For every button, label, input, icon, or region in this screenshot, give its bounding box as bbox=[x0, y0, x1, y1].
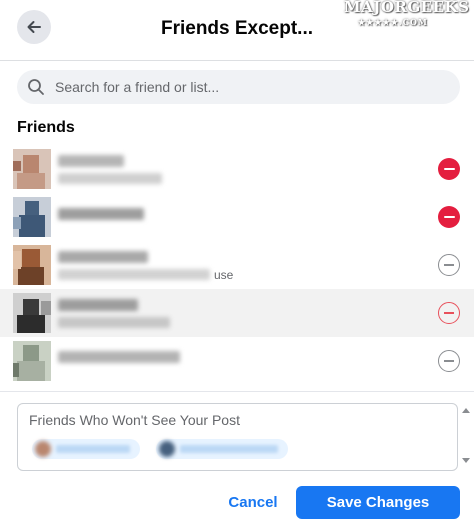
chip-name-redacted bbox=[180, 445, 278, 453]
minus-icon bbox=[443, 215, 455, 219]
remove-friend-toggle[interactable] bbox=[438, 206, 460, 228]
watermark-stars: ★★★★★.COM bbox=[358, 17, 428, 27]
watermark-logo: MAJORGEEKS ★★★★★.COM bbox=[344, 0, 474, 32]
excluded-friend-chip[interactable] bbox=[156, 439, 288, 459]
search-icon bbox=[28, 79, 44, 95]
scroll-down-arrow[interactable] bbox=[462, 458, 470, 463]
friend-subtitle-redacted bbox=[58, 317, 170, 328]
friend-subtitle-suffix: use bbox=[214, 268, 234, 282]
scroll-up-arrow[interactable] bbox=[462, 408, 470, 413]
avatar bbox=[13, 245, 51, 285]
excluded-friends-label: Friends Who Won't See Your Post bbox=[29, 412, 240, 428]
add-friend-toggle[interactable] bbox=[438, 302, 460, 324]
avatar bbox=[13, 149, 51, 189]
add-friend-toggle[interactable] bbox=[438, 350, 460, 372]
friend-subtitle-redacted bbox=[58, 173, 162, 184]
search-input[interactable] bbox=[53, 78, 437, 96]
avatar bbox=[13, 293, 51, 333]
minus-icon bbox=[444, 360, 454, 362]
minus-icon bbox=[444, 264, 454, 266]
friend-list: use bbox=[0, 145, 474, 385]
cancel-button[interactable]: Cancel bbox=[224, 487, 282, 517]
friend-row[interactable] bbox=[0, 145, 474, 193]
save-changes-button[interactable]: Save Changes bbox=[296, 486, 460, 519]
excluded-friend-chip[interactable] bbox=[32, 439, 140, 459]
friend-name-redacted bbox=[58, 351, 180, 363]
search-bar[interactable] bbox=[17, 70, 460, 104]
list-divider bbox=[0, 391, 474, 392]
minus-icon bbox=[443, 167, 455, 171]
add-friend-toggle[interactable] bbox=[438, 254, 460, 276]
friend-name-redacted bbox=[58, 299, 138, 311]
chip-name-redacted bbox=[56, 445, 130, 453]
avatar bbox=[159, 441, 175, 457]
watermark-text: MAJORGEEKS bbox=[344, 0, 470, 16]
friend-name-redacted bbox=[58, 155, 124, 167]
avatar bbox=[35, 441, 51, 457]
friend-name-redacted bbox=[58, 208, 144, 220]
friend-subtitle-redacted bbox=[58, 269, 210, 280]
friend-row[interactable]: use bbox=[0, 241, 474, 289]
excluded-friends-box[interactable]: Friends Who Won't See Your Post bbox=[17, 403, 458, 471]
remove-friend-toggle[interactable] bbox=[438, 158, 460, 180]
friend-row[interactable] bbox=[0, 193, 474, 241]
friend-row[interactable] bbox=[0, 289, 474, 337]
friends-section-label: Friends bbox=[17, 119, 75, 136]
friend-row[interactable] bbox=[0, 337, 474, 385]
friend-name-redacted bbox=[58, 251, 148, 263]
avatar bbox=[13, 341, 51, 381]
avatar bbox=[13, 197, 51, 237]
minus-icon bbox=[444, 312, 454, 314]
